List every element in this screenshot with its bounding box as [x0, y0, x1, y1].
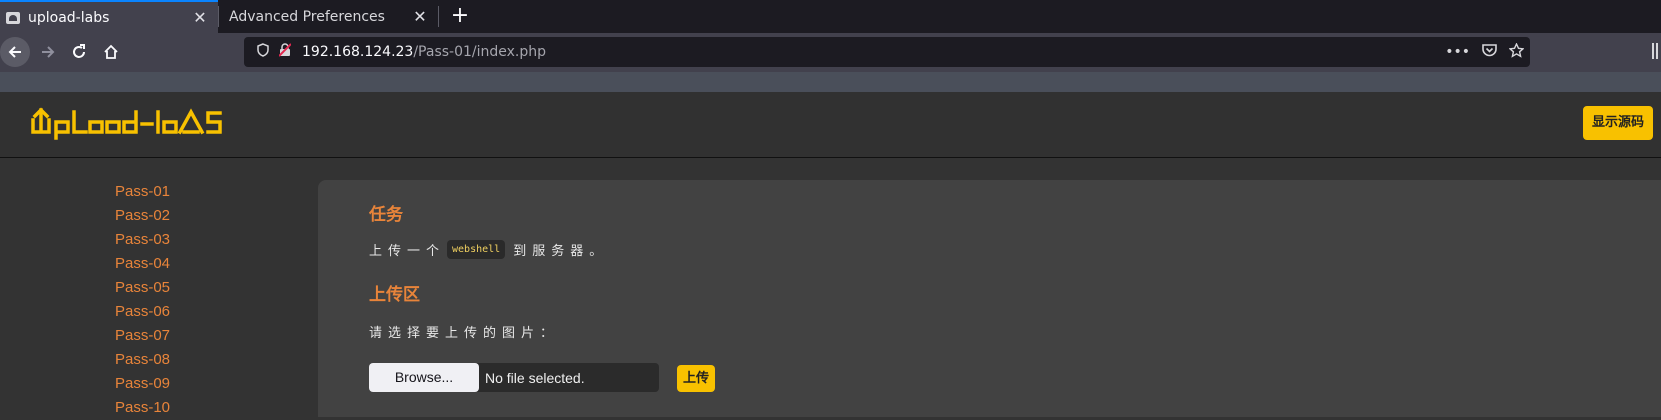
sidebar-item-pass-08[interactable]: Pass-08: [115, 348, 170, 372]
home-icon: [104, 44, 118, 59]
tab-bar: upload-labs ✕ Advanced Preferences ✕ +: [0, 0, 1661, 33]
new-tab-button[interactable]: +: [446, 2, 474, 30]
tracking-protection-shield-icon[interactable]: [252, 43, 274, 61]
address-bar[interactable]: 192.168.124.23/Pass-01/index.php •••: [244, 37, 1530, 67]
toolbar-divider: [0, 72, 1661, 92]
sidebar-item-pass-10[interactable]: Pass-10: [115, 396, 170, 420]
task-description: 上传一个 webshell 到服务器。: [369, 240, 608, 259]
url-host: 192.168.124.23: [302, 44, 414, 60]
reload-button[interactable]: [64, 37, 94, 67]
page-actions-icon[interactable]: •••: [1445, 44, 1470, 60]
task-text-before: 上传一个: [369, 244, 446, 259]
home-button[interactable]: [96, 37, 126, 67]
forward-arrow-icon: [42, 46, 55, 58]
sidebar-item-pass-05[interactable]: Pass-05: [115, 276, 170, 300]
pass-sidebar: Pass-01 Pass-02 Pass-03 Pass-04 Pass-05 …: [0, 158, 300, 417]
choose-image-label: 请选择要上传的图片：: [369, 326, 560, 341]
insecure-lock-icon[interactable]: [274, 43, 296, 61]
site-favicon-icon: [6, 11, 20, 24]
sidebar-item-pass-03[interactable]: Pass-03: [115, 228, 170, 252]
task-text-after: 到服务器。: [513, 244, 609, 259]
sidebar-item-pass-02[interactable]: Pass-02: [115, 204, 170, 228]
tab-upload-labs[interactable]: upload-labs ✕: [0, 0, 218, 33]
show-source-button[interactable]: 显示源码: [1583, 106, 1653, 140]
pass-list: Pass-01 Pass-02 Pass-03 Pass-04 Pass-05 …: [115, 180, 170, 420]
sidebar-item-pass-01[interactable]: Pass-01: [115, 180, 170, 204]
page-header: 显示源码: [0, 92, 1661, 158]
close-tab-icon[interactable]: ✕: [408, 7, 432, 26]
browse-button[interactable]: Browse...: [369, 363, 479, 392]
library-icon[interactable]: [1652, 43, 1658, 59]
tab-title: Advanced Preferences: [229, 8, 385, 25]
sidebar-item-pass-07[interactable]: Pass-07: [115, 324, 170, 348]
upload-heading: 上传区: [369, 285, 420, 305]
bookmark-star-icon[interactable]: [1508, 41, 1525, 62]
pocket-icon[interactable]: [1482, 43, 1497, 61]
web-page: 显示源码 Pass-01 Pass-02 Pass-03 Pass-04 Pas…: [0, 92, 1661, 417]
back-arrow-icon: [8, 46, 21, 58]
sidebar-item-pass-06[interactable]: Pass-06: [115, 300, 170, 324]
reload-icon: [73, 44, 85, 58]
close-tab-icon[interactable]: ✕: [188, 8, 212, 27]
back-button[interactable]: [0, 37, 30, 67]
tab-advanced-preferences[interactable]: Advanced Preferences ✕: [219, 0, 438, 33]
task-heading: 任务: [369, 205, 403, 225]
main-content-panel: 任务 上传一个 webshell 到服务器。 上传区 请选择要上传的图片： Br…: [318, 180, 1661, 417]
url-path: /Pass-01/index.php: [413, 44, 547, 60]
no-file-selected-text: No file selected.: [485, 369, 585, 386]
navigation-toolbar: 192.168.124.23/Pass-01/index.php •••: [0, 33, 1661, 72]
sidebar-item-pass-04[interactable]: Pass-04: [115, 252, 170, 276]
webshell-code: webshell: [447, 240, 506, 259]
sidebar-item-pass-09[interactable]: Pass-09: [115, 372, 170, 396]
upload-submit-button[interactable]: 上传: [677, 365, 715, 392]
file-input[interactable]: Browse... No file selected.: [369, 363, 659, 392]
tab-separator: [438, 6, 439, 27]
forward-button[interactable]: [33, 37, 63, 67]
upload-labs-logo: [31, 107, 222, 140]
tab-title: upload-labs: [28, 9, 110, 26]
